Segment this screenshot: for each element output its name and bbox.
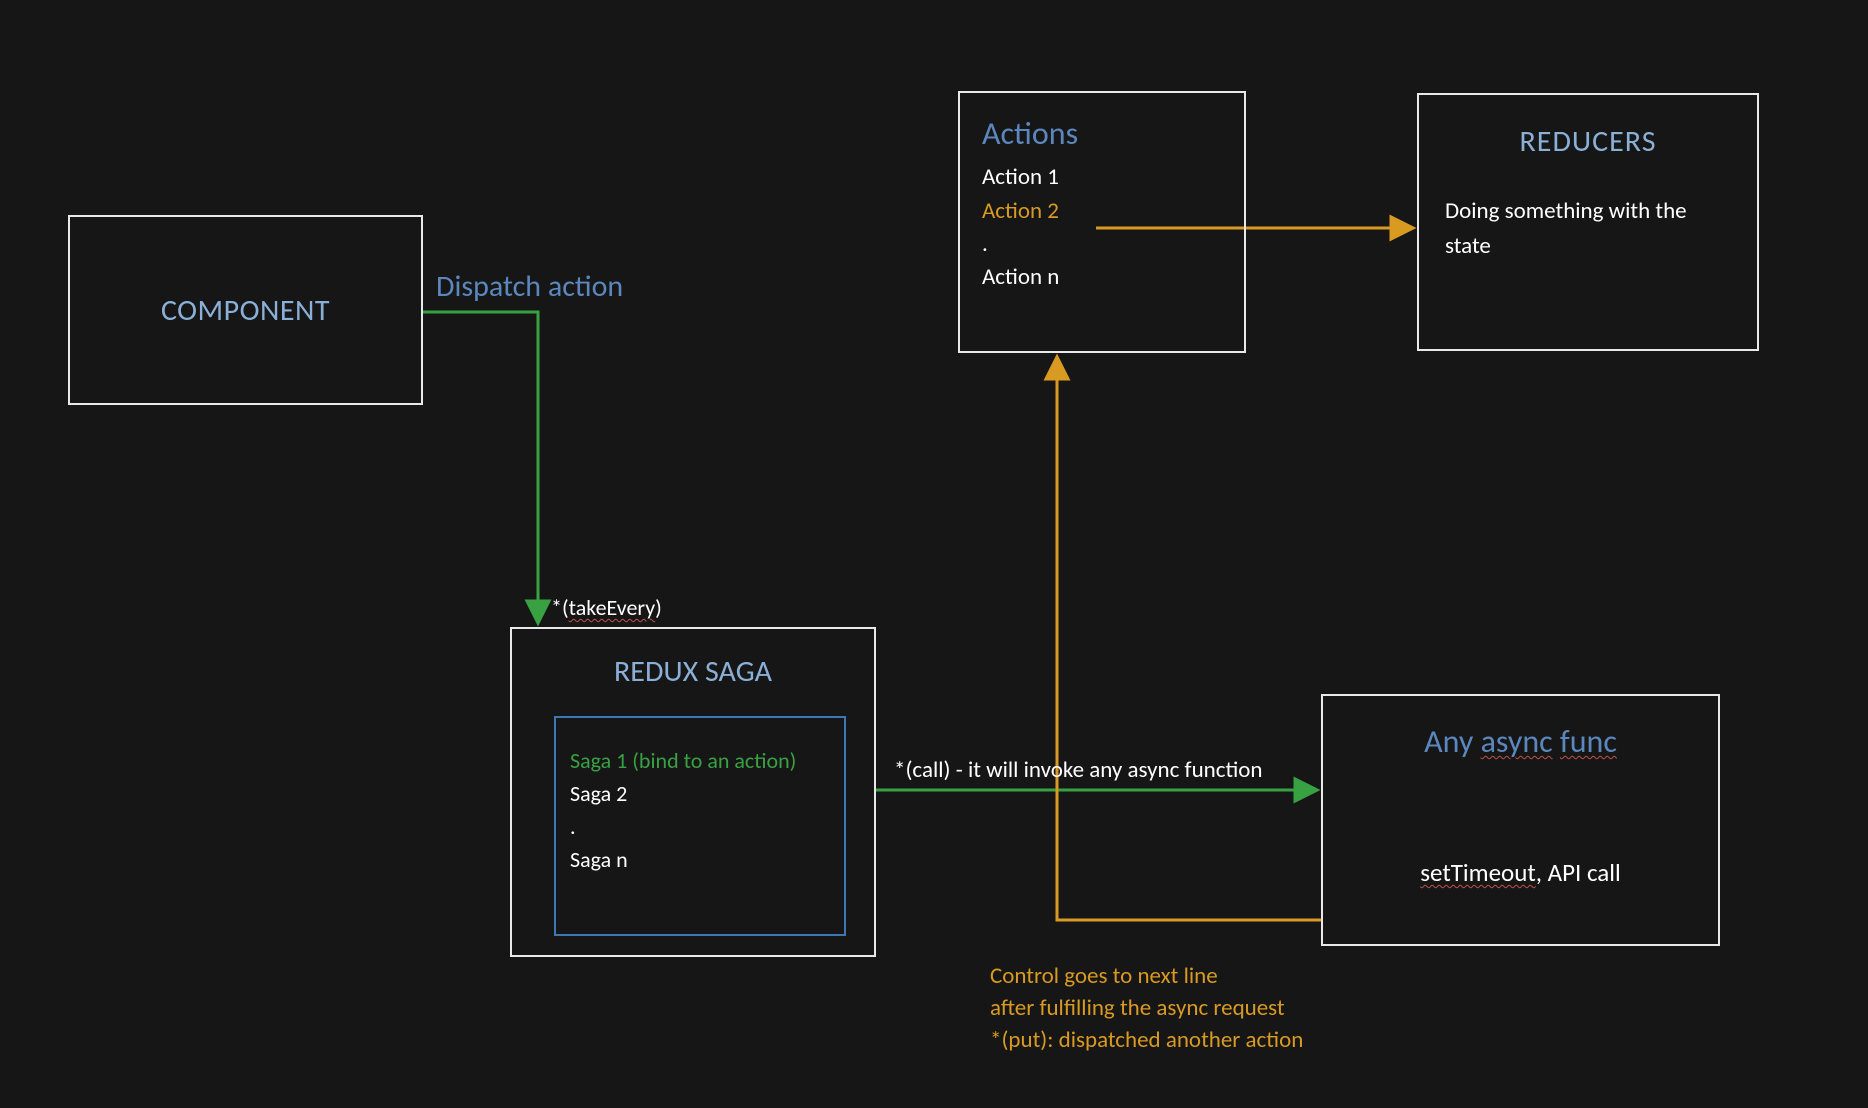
action-item-1: Action 1 bbox=[982, 161, 1222, 194]
dispatch-action-label: Dispatch action bbox=[436, 268, 623, 305]
saga-item-dot: . bbox=[570, 810, 828, 843]
reducers-title: REDUCERS bbox=[1445, 119, 1731, 164]
saga-list-box: Saga 1 (bind to an action) Saga 2 . Saga… bbox=[554, 716, 846, 936]
actions-box: Actions Action 1 Action 2 . Action n bbox=[958, 91, 1246, 353]
control-line-3: *(put): dispatched another action bbox=[990, 1024, 1450, 1056]
component-title: COMPONENT bbox=[161, 292, 330, 329]
reducers-box: REDUCERS Doing something with the state bbox=[1417, 93, 1759, 351]
action-item-dot: . bbox=[982, 228, 1222, 261]
reducers-body: Doing something with the state bbox=[1445, 194, 1731, 263]
actions-title: Actions bbox=[982, 111, 1222, 157]
saga-item-n: Saga n bbox=[570, 843, 828, 876]
call-label: *(call) - it will invoke any async funct… bbox=[894, 755, 1294, 786]
take-every-text: takeEvery bbox=[569, 594, 656, 621]
diagram-stage: COMPONENT Dispatch action *(takeEvery) R… bbox=[0, 0, 1868, 1108]
control-flow-label: Control goes to next line after fulfilli… bbox=[990, 960, 1450, 1057]
saga-item-1: Saga 1 (bind to an action) bbox=[570, 744, 828, 777]
control-line-1: Control goes to next line bbox=[990, 960, 1450, 992]
async-func-box: Any async func setTimeout, API call bbox=[1321, 694, 1720, 946]
action-item-n: Action n bbox=[982, 261, 1222, 294]
async-func-body: setTimeout, API call bbox=[1345, 857, 1696, 888]
arrow-dispatch bbox=[423, 312, 538, 622]
take-every-label: *(takeEvery) bbox=[551, 594, 662, 621]
async-func-title: Any async func bbox=[1345, 722, 1696, 761]
arrow-put bbox=[1057, 358, 1321, 920]
async-body-settimeout: setTimeout bbox=[1420, 857, 1535, 888]
control-line-2: after fulfilling the async request bbox=[990, 992, 1450, 1024]
redux-saga-title: REDUX SAGA bbox=[512, 653, 874, 690]
saga-item-2: Saga 2 bbox=[570, 777, 828, 810]
component-box: COMPONENT bbox=[68, 215, 423, 405]
async-body-apicall: , API call bbox=[1536, 857, 1621, 888]
action-item-2: Action 2 bbox=[982, 195, 1222, 228]
